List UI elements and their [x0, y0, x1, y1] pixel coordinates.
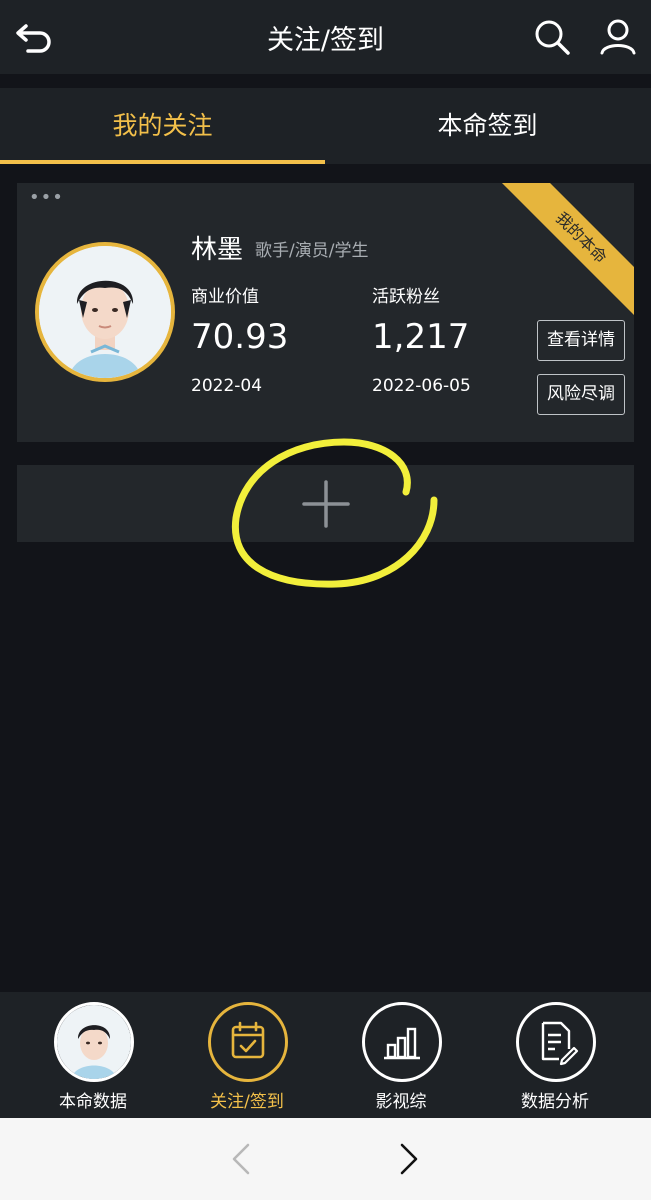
- active-fans-date: 2022-06-05: [372, 376, 471, 396]
- nav-label: 关注/签到: [210, 1092, 284, 1112]
- top-bar: 关注/签到: [0, 0, 651, 74]
- active-fans-label: 活跃粉丝: [372, 287, 440, 307]
- more-dots-icon[interactable]: •••: [29, 187, 64, 208]
- celebrity-card[interactable]: ••• 我的本命 林墨 歌手/演员/学生 商业价值 活跃粉丝 70.93 1,2…: [17, 183, 634, 442]
- avatar[interactable]: [35, 242, 175, 382]
- tab-bias-checkin[interactable]: 本命签到: [325, 88, 650, 164]
- plus-icon[interactable]: [301, 479, 351, 529]
- nav-avatar-portrait: [57, 1005, 131, 1079]
- nav-bias-data[interactable]: 本命数据: [23, 992, 163, 1118]
- bar-chart-icon: [384, 1027, 420, 1060]
- add-follow-row[interactable]: [17, 465, 634, 542]
- active-fans-value: 1,217: [372, 317, 470, 357]
- avatar: [54, 1002, 134, 1082]
- browser-toolbar: [0, 1118, 651, 1200]
- commercial-value: 70.93: [191, 317, 289, 357]
- nav-label: 本命数据: [59, 1092, 127, 1112]
- nav-film-tv-variety[interactable]: 影视综: [331, 992, 471, 1118]
- commercial-value-label: 商业价值: [191, 287, 259, 307]
- nav-circle: [516, 1002, 596, 1082]
- nav-circle: [208, 1002, 288, 1082]
- search-icon[interactable]: [532, 17, 572, 57]
- tab-bar: 我的关注 本命签到: [0, 88, 651, 164]
- user-icon[interactable]: [598, 17, 638, 57]
- calendar-check-icon: [231, 1021, 265, 1059]
- nav-circle: [362, 1002, 442, 1082]
- document-edit-icon: [541, 1021, 579, 1066]
- avatar-portrait: [39, 246, 171, 378]
- commercial-value-date: 2022-04: [191, 376, 263, 396]
- chevron-right-icon[interactable]: [396, 1142, 422, 1176]
- risk-check-button[interactable]: 风险尽调: [537, 374, 625, 415]
- nav-label: 数据分析: [521, 1092, 589, 1112]
- nav-data-analysis[interactable]: 数据分析: [485, 992, 625, 1118]
- nav-label: 影视综: [375, 1092, 427, 1112]
- celebrity-name: 林墨: [191, 235, 244, 265]
- celebrity-roles: 歌手/演员/学生: [255, 241, 369, 261]
- nav-follow-checkin[interactable]: 关注/签到: [177, 992, 317, 1118]
- active-tab-indicator: [0, 160, 325, 164]
- bottom-nav: 本命数据 关注/签到 影视综 数据分析: [0, 992, 651, 1118]
- chevron-left-icon[interactable]: [228, 1142, 254, 1176]
- view-details-button[interactable]: 查看详情: [537, 320, 625, 361]
- bias-ribbon: 我的本命: [494, 183, 634, 325]
- tab-my-follow[interactable]: 我的关注: [0, 88, 325, 164]
